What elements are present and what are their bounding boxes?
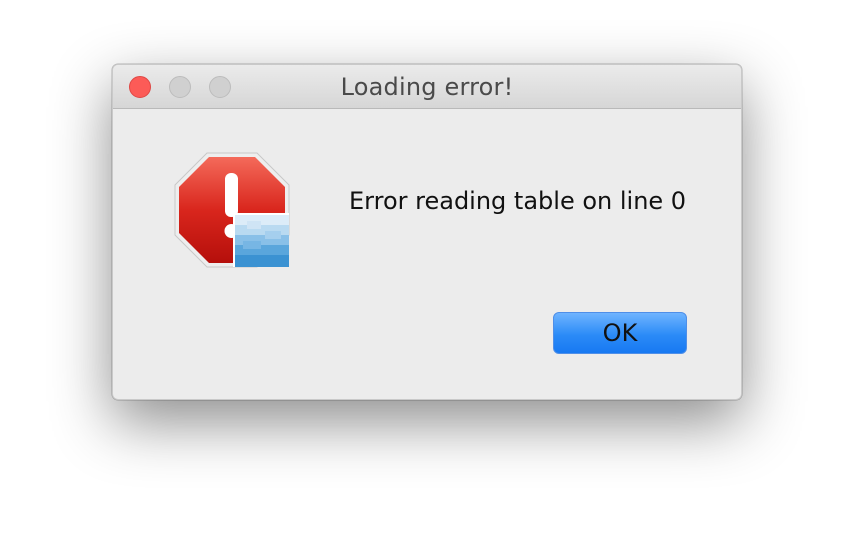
ok-button[interactable]: OK [553, 312, 687, 354]
app-badge-icon [233, 213, 289, 267]
error-dialog: Loading error! Error reading table on li… [112, 64, 742, 400]
window-title: Loading error! [340, 73, 514, 101]
stop-alert-icon [174, 152, 290, 268]
error-message: Error reading table on line 0 [349, 187, 687, 215]
title-bar[interactable]: Loading error! [113, 65, 741, 109]
